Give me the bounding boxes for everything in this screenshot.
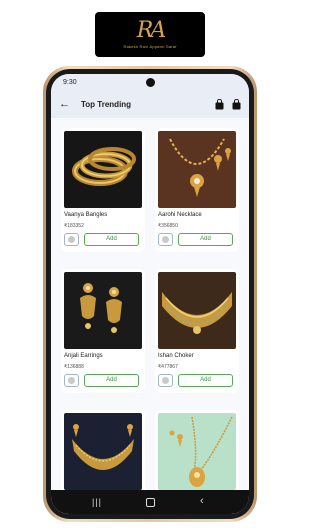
product-price: ₹136888 [64, 364, 84, 370]
product-card[interactable]: Ishan Choker ₹477867 Add [155, 269, 239, 393]
product-image[interactable] [64, 131, 142, 208]
product-price: ₹356850 [158, 223, 178, 229]
heart-icon [162, 236, 169, 243]
product-image[interactable] [158, 131, 236, 208]
cart-bag-icon[interactable] [232, 99, 241, 110]
page-title: Top Trending [81, 100, 132, 109]
product-image[interactable] [158, 413, 236, 490]
status-time: 9:30 [63, 79, 77, 86]
product-name: Aarohi Necklace [158, 212, 202, 218]
wishlist-button[interactable] [64, 233, 79, 246]
brand-name: Rakesh Ravi Apparel Saraf [123, 44, 177, 49]
home-icon[interactable] [146, 498, 155, 507]
back-icon[interactable]: ‹ [200, 496, 204, 507]
product-price: ₹477867 [158, 364, 178, 370]
app-bar: ← Top Trending [51, 92, 249, 118]
recent-apps-icon[interactable]: ||| [92, 498, 102, 507]
heart-icon [68, 236, 75, 243]
brand-monogram: RA [136, 18, 167, 43]
heart-icon [162, 377, 169, 384]
product-name: Vaanya Bangles [64, 212, 108, 218]
product-name: Anjali Earrings [64, 353, 103, 359]
shopping-bag-icon[interactable] [215, 99, 224, 110]
product-name: Ishan Choker [158, 353, 194, 359]
product-image[interactable] [64, 272, 142, 349]
arrow-left-icon[interactable]: ← [59, 98, 70, 110]
wishlist-button[interactable] [158, 233, 173, 246]
add-to-cart-button[interactable]: Add [178, 233, 233, 246]
system-nav-bar: ||| ‹ [51, 490, 249, 514]
product-card[interactable]: Anjali Earrings ₹136888 Add [61, 269, 145, 393]
product-grid: Vaanya Bangles ₹183352 Add Aarohi Neckla… [51, 118, 249, 514]
phone-screen: 9:30 ← Top Trending Vaanya Bangles ₹1833… [51, 74, 249, 514]
heart-icon [68, 377, 75, 384]
product-card[interactable]: Aarohi Necklace ₹356850 Add [155, 128, 239, 252]
status-bar: 9:30 [51, 74, 249, 92]
brand-logo: RA Rakesh Ravi Apparel Saraf [95, 12, 205, 57]
product-image[interactable] [158, 272, 236, 349]
product-image[interactable] [64, 413, 142, 490]
add-to-cart-button[interactable]: Add [84, 233, 139, 246]
wishlist-button[interactable] [64, 374, 79, 387]
product-card[interactable]: Vaanya Bangles ₹183352 Add [61, 128, 145, 252]
add-to-cart-button[interactable]: Add [178, 374, 233, 387]
wishlist-button[interactable] [158, 374, 173, 387]
product-price: ₹183352 [64, 223, 84, 229]
front-camera [146, 78, 155, 87]
add-to-cart-button[interactable]: Add [84, 374, 139, 387]
